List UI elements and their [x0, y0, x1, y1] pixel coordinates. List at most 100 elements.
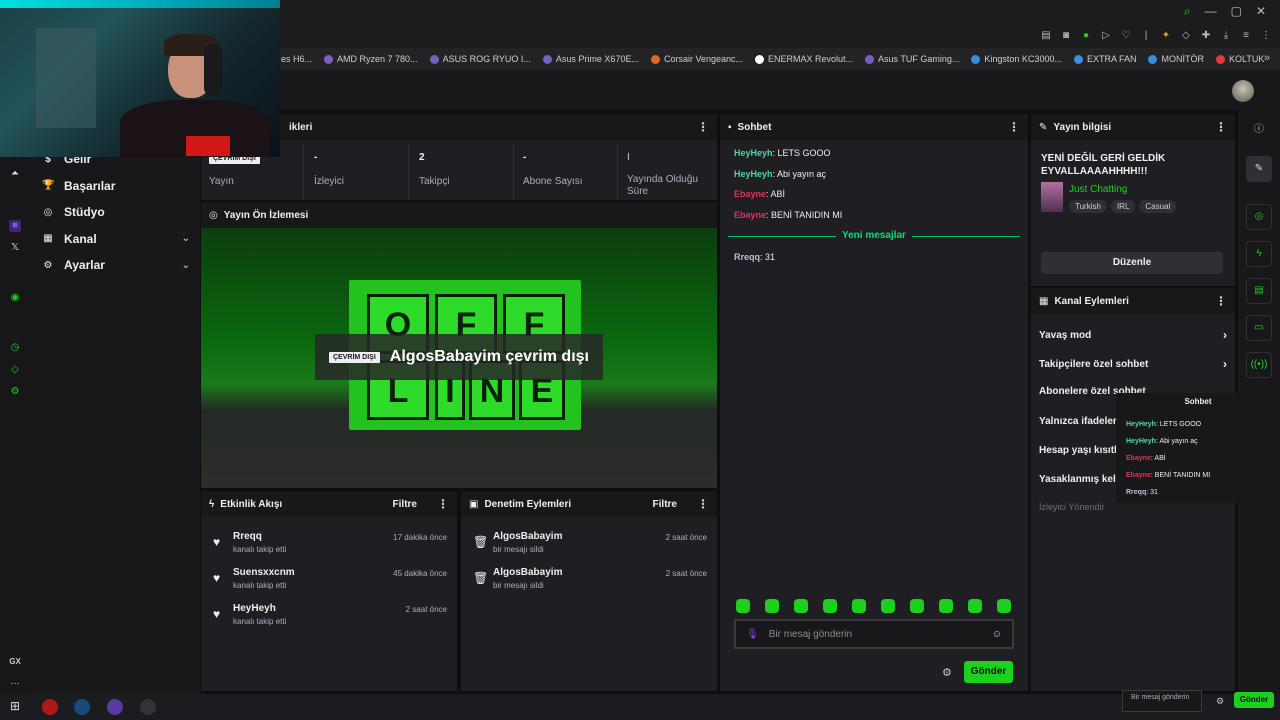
twitch-icon[interactable]: ⏶: [9, 168, 21, 180]
more-icon[interactable]: …: [9, 676, 21, 688]
puzzle-icon[interactable]: ✚: [1200, 30, 1212, 42]
preview-icon[interactable]: ◎: [1246, 204, 1272, 230]
download-icon[interactable]: ⤓: [1220, 30, 1232, 42]
emote-icon[interactable]: [736, 599, 750, 613]
bookmark-item[interactable]: Kingston KC3000...: [971, 54, 1062, 64]
chat-username[interactable]: Ebayne: [1126, 455, 1151, 462]
chat-username[interactable]: HeyHeyh: [734, 148, 773, 158]
windows-icon[interactable]: ⊞: [10, 699, 20, 713]
nav-item[interactable]: ◎ Stüdyo: [42, 205, 190, 219]
filter-button[interactable]: Filtre: [393, 499, 417, 510]
chart-icon[interactable]: ▤: [1040, 30, 1052, 42]
more-icon[interactable]: ⋮: [697, 497, 709, 511]
bookmark-item[interactable]: ENERMAX Revolut...: [755, 54, 853, 64]
settings-icon[interactable]: ⚙: [1216, 696, 1224, 707]
info-icon[interactable]: ⓘ: [1246, 118, 1272, 144]
chat-input[interactable]: 🎙 Bir mesaj gönderin ☺: [734, 619, 1014, 649]
feed-item[interactable]: ♥ Suensxxcnm kanalı takip etti 45 dakika ön…: [201, 561, 457, 597]
extension-icon[interactable]: ✦: [1160, 30, 1172, 42]
chat-username[interactable]: Ebayne: [734, 210, 766, 220]
edit-button[interactable]: Düzenle: [1041, 252, 1223, 274]
nav-item[interactable]: ▦ Kanal ⌄: [42, 232, 190, 246]
obs-icon[interactable]: [140, 699, 156, 715]
more-icon[interactable]: ⋮: [1008, 120, 1020, 134]
filter-button[interactable]: Filtre: [653, 499, 677, 510]
play-icon[interactable]: ▷: [1100, 30, 1112, 42]
more-icon[interactable]: ⋮: [437, 497, 449, 511]
more-icon[interactable]: ⋮: [1215, 294, 1227, 308]
twitch-app-icon[interactable]: ■: [9, 220, 21, 232]
bolt-icon[interactable]: ϟ: [1246, 241, 1272, 267]
bookmark-item[interactable]: Asus TUF Gaming...: [865, 54, 959, 64]
settings-icon[interactable]: ⚙: [942, 666, 952, 679]
bookmark-item[interactable]: AMD Ryzen 7 780...: [324, 54, 418, 64]
emote-icon[interactable]: [997, 599, 1011, 613]
camera-icon[interactable]: ◙: [1060, 30, 1072, 42]
emote-icon[interactable]: [823, 599, 837, 613]
menu-icon[interactable]: ≡: [1240, 30, 1252, 42]
discord-icon[interactable]: [107, 699, 123, 715]
player-icon[interactable]: ◉: [9, 292, 21, 304]
emote-icon[interactable]: [794, 599, 808, 613]
category-link[interactable]: Just Chatting: [1069, 184, 1127, 195]
pencil-icon[interactable]: ✎: [1246, 156, 1272, 182]
more-icon[interactable]: ⋮: [1260, 30, 1272, 42]
chat-username[interactable]: HeyHeyh: [1126, 421, 1156, 428]
steam-icon[interactable]: [74, 699, 90, 715]
emote-icon[interactable]: [968, 599, 982, 613]
chat-username[interactable]: Rreqq: [1126, 489, 1146, 496]
stream-preview[interactable]: O F F L I N E ÇEVRİM DIŞI AlgosBabayim ç…: [201, 228, 717, 488]
cube-icon[interactable]: ◇: [1180, 30, 1192, 42]
emote-icon[interactable]: [910, 599, 924, 613]
channel-action[interactable]: Yavaş mod ›: [1039, 328, 1227, 342]
chat-username[interactable]: HeyHeyh: [1126, 438, 1156, 445]
chat-username[interactable]: HeyHeyh: [734, 169, 773, 179]
popout-chat-input[interactable]: Bir mesaj gönderin: [1122, 690, 1202, 712]
tag[interactable]: Turkish: [1069, 200, 1107, 213]
mic-icon[interactable]: 🎙: [746, 629, 759, 640]
bookmark-item[interactable]: EXTRA FAN: [1073, 54, 1136, 64]
tag[interactable]: IRL: [1110, 200, 1136, 213]
category-thumbnail[interactable]: [1041, 182, 1063, 212]
notes-icon[interactable]: ▤: [1246, 278, 1272, 304]
settings-icon[interactable]: ⚙: [9, 386, 21, 398]
bookmark-item[interactable]: Asus Prime X670E...: [542, 54, 639, 64]
minimize-icon[interactable]: —: [1205, 4, 1217, 19]
nav-item[interactable]: 🏆 Başarılar: [42, 179, 190, 193]
nav-item[interactable]: ⚙ Ayarlar ⌄: [42, 258, 190, 272]
emote-icon[interactable]: [852, 599, 866, 613]
maximize-icon[interactable]: ▢: [1231, 4, 1242, 19]
broadcast-icon[interactable]: ((•)): [1246, 352, 1272, 378]
x-icon[interactable]: 𝕏: [9, 242, 21, 254]
bookmark-item[interactable]: ASUS ROG RYUO I...: [429, 54, 531, 64]
shield-icon[interactable]: ●: [1080, 30, 1092, 42]
emote-icon[interactable]: [881, 599, 895, 613]
history-icon[interactable]: ◷: [9, 342, 21, 354]
bookmark-item[interactable]: Corsair Vengeanc...: [650, 54, 743, 64]
bookmarks-more-icon[interactable]: »: [1264, 52, 1270, 64]
bookmark-item[interactable]: KOLTUK: [1215, 54, 1264, 64]
feed-item[interactable]: ♥ Rreqq kanalı takip etti 17 dakika önce: [201, 525, 457, 561]
chat-username[interactable]: Ebayne: [734, 189, 766, 199]
close-icon[interactable]: ✕: [1256, 4, 1266, 19]
heart-icon[interactable]: ♡: [1120, 30, 1132, 42]
bookmark-item[interactable]: MONİTÖR: [1148, 54, 1204, 64]
feed-item[interactable]: 🗑 AlgosBabayim bir mesajı sildi 2 saat önce: [461, 525, 717, 561]
channel-action[interactable]: Takipçilere özel sohbet ›: [1039, 357, 1227, 371]
emote-icon[interactable]: [939, 599, 953, 613]
emote-icon[interactable]: [765, 599, 779, 613]
avatar[interactable]: [1232, 80, 1254, 102]
feed-item[interactable]: 🗑 AlgosBabayim bir mesajı sildi 2 saat önce: [461, 561, 717, 597]
chat-username[interactable]: Rreqq: [734, 252, 760, 262]
chat-username[interactable]: Ebayne: [1126, 472, 1151, 479]
chat-icon[interactable]: ▭: [1246, 315, 1272, 341]
popout-send-button[interactable]: Gönder: [1234, 692, 1274, 708]
send-button[interactable]: Gönder: [964, 661, 1013, 683]
more-icon[interactable]: ⋮: [697, 120, 709, 134]
tag[interactable]: Casual: [1139, 200, 1177, 213]
raid-label[interactable]: İzleyici Yönendir: [1039, 502, 1104, 512]
opera-gx-icon[interactable]: [42, 699, 58, 715]
emoji-icon[interactable]: ☺: [992, 629, 1002, 640]
feed-item[interactable]: ♥ HeyHeyh kanalı takip etti 2 saat önce: [201, 597, 457, 633]
cube-icon[interactable]: ◇: [9, 364, 21, 376]
